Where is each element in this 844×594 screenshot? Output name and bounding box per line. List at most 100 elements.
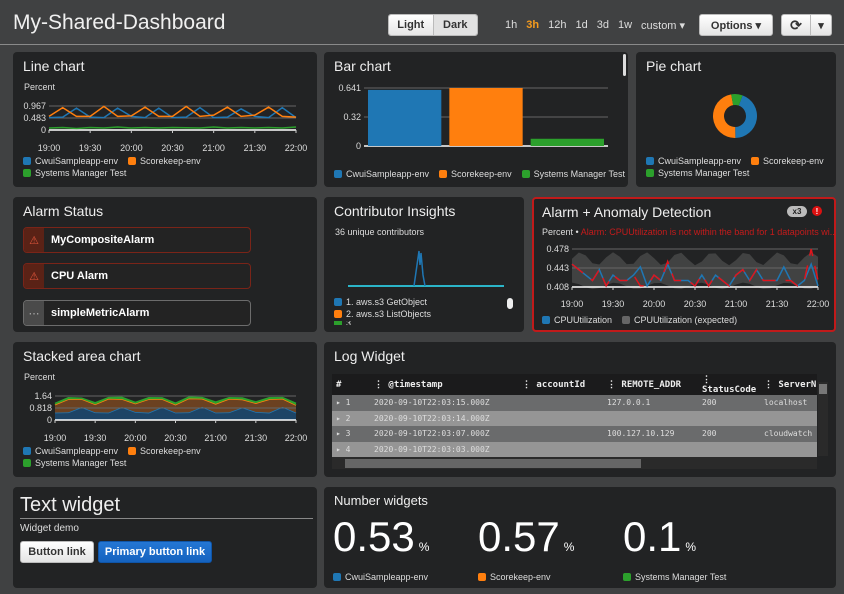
number-label[interactable]: Scorekeep-env <box>478 572 551 582</box>
legend-item[interactable]: Systems Manager Test <box>23 458 126 468</box>
legend-item[interactable]: CPUUtilization <box>542 315 612 325</box>
log-cell: 127.0.0.1 <box>607 398 651 408</box>
row-expand-toggle[interactable]: ▸ 3 <box>332 429 374 438</box>
column-header[interactable]: # <box>332 380 374 390</box>
refresh-dropdown-button[interactable]: ▾ <box>810 14 832 36</box>
legend-item[interactable]: Scorekeep-env <box>128 446 201 456</box>
horizontal-scrollbar[interactable] <box>332 457 817 469</box>
legend-scroll-handle[interactable] <box>507 298 513 309</box>
legend-item[interactable]: Systems Manager Test <box>23 168 126 178</box>
y-tick-label: 0.818 <box>29 403 52 413</box>
legend-item[interactable]: Scorekeep-env <box>128 156 201 166</box>
legend-item[interactable]: Systems Manager Test <box>521 169 625 179</box>
row-expand-toggle[interactable]: ▸ 1 <box>332 398 374 407</box>
y-tick-label: 0.478 <box>546 244 569 254</box>
time-range-option[interactable]: 3h <box>526 19 539 32</box>
log-row[interactable]: ▸ 3 2020-09-10T22:03:07.000Z 100.127.10.12… <box>332 426 817 442</box>
x-tick-label: 21:00 <box>725 299 748 307</box>
legend-swatch <box>334 321 342 325</box>
vertical-scrollbar[interactable] <box>818 382 828 456</box>
x-tick-label: 19:30 <box>79 143 102 153</box>
legend-swatch <box>646 157 654 165</box>
x-tick-label: 21:30 <box>766 299 789 307</box>
button-link[interactable]: Button link <box>20 541 94 563</box>
time-range-option[interactable]: 12h <box>548 19 566 32</box>
legend-swatch <box>622 316 631 324</box>
time-range-option[interactable]: 1d <box>575 19 587 32</box>
warning-icon: ⚠ <box>24 228 44 252</box>
bar-chart-plot[interactable]: 0.641 0.32 0 <box>324 80 628 152</box>
alarm-message: Alarm: CPUUtilization is not within the … <box>580 227 836 237</box>
time-range-selector: 1h 3h 12h 1d 3d 1w custom ▾ <box>505 19 685 32</box>
theme-light-button[interactable]: Light <box>389 15 434 35</box>
column-header[interactable]: ⋮ ServerN <box>764 380 817 390</box>
log-row[interactable]: ▸ 2 2020-09-10T22:03:14.000Z <box>332 410 817 426</box>
insufficient-data-icon: ⋯ <box>24 301 44 325</box>
contributor-chart[interactable] <box>324 245 524 290</box>
number-label[interactable]: Systems Manager Test <box>623 572 726 582</box>
x-tick-label: 20:00 <box>124 433 147 443</box>
log-cell: 200 <box>702 398 717 408</box>
x-tick-label: 20:30 <box>164 433 187 443</box>
log-row[interactable]: ▸ 4 2020-09-10T22:03:03.000Z <box>332 441 817 457</box>
log-cell: 2020-09-10T22:03:14.000Z <box>374 413 490 423</box>
series-line <box>48 105 297 118</box>
y-axis-label: Percent <box>24 82 56 92</box>
refresh-button[interactable]: ⟳ <box>781 14 811 36</box>
widget-title: Bar chart <box>334 58 391 74</box>
theme-dark-button[interactable]: Dark <box>433 15 477 35</box>
time-range-option[interactable]: 1h <box>505 19 517 32</box>
row-expand-toggle[interactable]: ▸ 2 <box>332 414 374 423</box>
pie-chart-plot[interactable] <box>711 92 759 140</box>
legend-item[interactable]: 2. aws.s3 ListObjects <box>334 309 431 319</box>
legend-label: Scorekeep-env <box>451 169 512 179</box>
alarm-item[interactable]: ⚠ CPU Alarm <box>23 263 251 289</box>
options-button[interactable]: Options ▾ <box>699 14 773 36</box>
pie-slice <box>713 94 736 138</box>
scrollbar-thumb[interactable] <box>819 384 827 394</box>
legend-item[interactable]: CwuiSampleapp-env <box>23 446 118 456</box>
number-label[interactable]: CwuiSampleapp-env <box>333 572 428 582</box>
legend-item[interactable]: Scorekeep-env <box>751 156 824 166</box>
x-tick-label: 19:00 <box>44 433 67 443</box>
refresh-icon: ⟳ <box>790 16 802 33</box>
anomaly-chart-plot[interactable]: 0.478 0.443 0.408 19:00 19:30 20:00 20:30 21:00… <box>534 241 834 307</box>
legend-item[interactable]: 3. ... <box>334 321 431 325</box>
alarm-item[interactable]: ⚠ MyCompositeAlarm <box>23 227 251 253</box>
time-range-option[interactable]: 1w <box>618 19 632 32</box>
dashboard-title: My-Shared-Dashboard <box>13 11 226 34</box>
alarm-count-badge[interactable]: x3 <box>787 206 807 217</box>
primary-button-link[interactable]: Primary button link <box>98 541 212 563</box>
log-row[interactable]: ▸ 1 2020-09-10T22:03:15.000Z 127.0.0.1 200 l… <box>332 395 817 411</box>
log-cell: 200 <box>702 429 717 439</box>
pie-chart-widget: Pie chart CwuiSampleapp-env Scorekeep-en… <box>636 52 836 187</box>
time-range-option[interactable]: 3d <box>597 19 609 32</box>
stacked-area-plot[interactable]: 1.64 0.818 0 19:00 19:30 20:00 20:30 21:00 21:30… <box>13 384 317 444</box>
column-header[interactable]: ⋮ accountId <box>522 380 607 390</box>
anomaly-detection-widget: Alarm + Anomaly Detection x3 ! Percent •… <box>532 197 836 332</box>
legend-label: Scorekeep-env <box>763 156 824 166</box>
legend-swatch <box>128 157 137 165</box>
time-range-option[interactable]: custom ▾ <box>641 19 685 32</box>
line-chart-plot[interactable]: 0.967 0.483 0 19:00 19:30 20:00 20:30 21:00 21:3… <box>13 92 317 154</box>
legend-item[interactable]: CPUUtilization (expected) <box>622 315 737 325</box>
column-header[interactable]: ⋮ REMOTE_ADDR <box>607 380 702 390</box>
row-expand-toggle[interactable]: ▸ 4 <box>332 445 374 454</box>
legend-swatch <box>334 170 342 178</box>
legend-item[interactable]: CwuiSampleapp-env <box>334 169 429 179</box>
scrollbar-thumb[interactable] <box>345 459 641 468</box>
alarm-item[interactable]: ⋯ simpleMetricAlarm <box>23 300 251 326</box>
y-tick-label: 0 <box>356 141 361 151</box>
legend-item[interactable]: Systems Manager Test <box>646 168 749 178</box>
legend-swatch <box>23 447 31 455</box>
legend-item[interactable]: Scorekeep-env <box>439 169 512 179</box>
column-header[interactable]: ⋮ @timestamp <box>374 380 522 390</box>
legend-item[interactable]: CwuiSampleapp-env <box>23 156 118 166</box>
log-table: # ⋮ @timestamp ⋮ accountId ⋮ REMOTE_ADDR… <box>332 374 817 469</box>
alarm-alert-icon[interactable]: ! <box>812 206 822 216</box>
column-header[interactable]: ⋮ StatusCode <box>702 375 764 395</box>
scrollbar[interactable] <box>623 54 626 76</box>
legend-item[interactable]: 1. aws.s3 GetObject <box>334 297 431 307</box>
legend-item[interactable]: CwuiSampleapp-env <box>646 156 741 166</box>
x-tick-label: 19:00 <box>561 299 584 307</box>
